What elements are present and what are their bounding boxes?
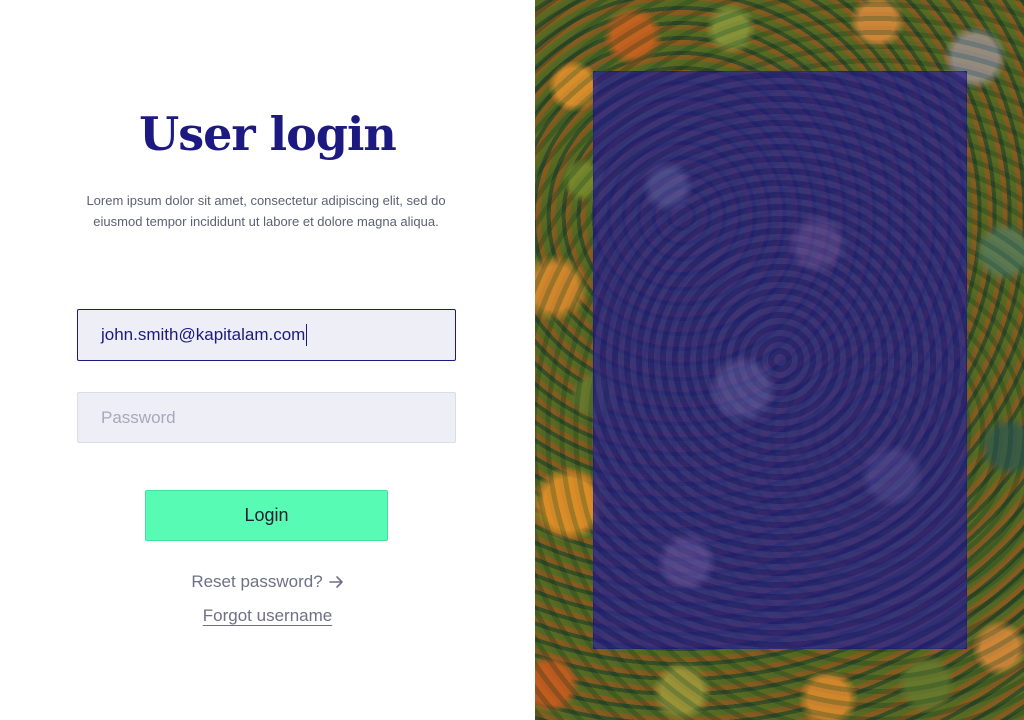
email-field[interactable]: john.smith@kapitalam.com <box>77 309 456 361</box>
forgot-username-label: Forgot username <box>202 606 333 625</box>
password-field[interactable]: Password <box>77 392 456 443</box>
login-panel: User login Lorem ipsum dolor sit amet, c… <box>0 0 535 720</box>
image-overlay <box>593 71 967 649</box>
login-button-label: Login <box>244 505 289 525</box>
reset-password-label: Reset password? <box>191 572 323 591</box>
forest-image <box>535 0 1024 720</box>
page-subtitle: Lorem ipsum dolor sit amet, consectetur … <box>86 193 446 229</box>
forgot-username-link[interactable]: Forgot username <box>0 606 535 626</box>
login-page: User login Lorem ipsum dolor sit amet, c… <box>0 0 1024 720</box>
login-button[interactable]: Login <box>145 490 388 541</box>
page-title: User login <box>139 107 397 161</box>
arrow-right-icon <box>328 574 344 594</box>
text-caret <box>306 324 308 346</box>
email-value: john.smith@kapitalam.com <box>101 325 306 344</box>
reset-password-link[interactable]: Reset password? <box>0 572 535 594</box>
password-placeholder: Password <box>101 407 176 427</box>
